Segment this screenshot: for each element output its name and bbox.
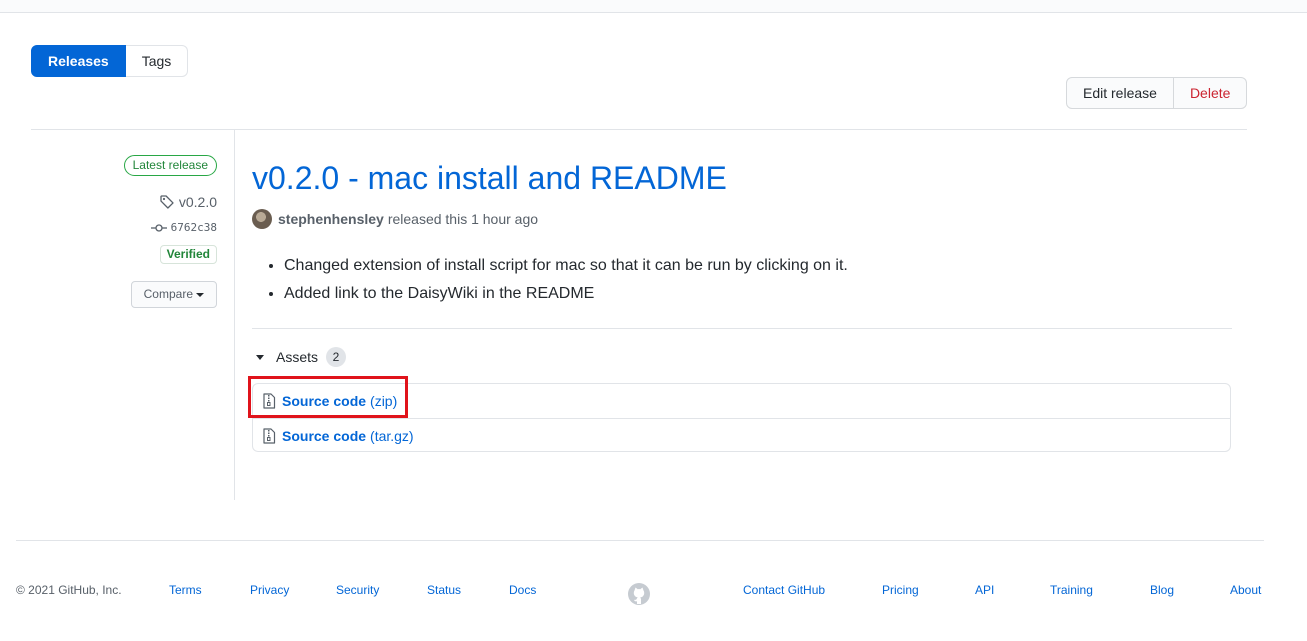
- footer-link-privacy[interactable]: Privacy: [250, 583, 289, 597]
- tab-releases[interactable]: Releases: [31, 45, 126, 77]
- avatar[interactable]: [252, 209, 272, 229]
- footer-link-blog[interactable]: Blog: [1150, 583, 1174, 597]
- asset-name: Source code: [282, 393, 367, 409]
- top-header-bar: [0, 0, 1307, 13]
- footer-link-terms[interactable]: Terms: [169, 583, 202, 597]
- release-time-text: released this 1 hour ago: [387, 211, 539, 227]
- footer-link-training[interactable]: Training: [1050, 583, 1093, 597]
- release-note-item: Added link to the DaisyWiki in the READM…: [284, 284, 848, 304]
- footer-link-pricing[interactable]: Pricing: [882, 583, 919, 597]
- footer-divider: [16, 540, 1264, 541]
- assets-count: 2: [326, 347, 347, 367]
- assets-heading: Assets: [276, 349, 319, 365]
- latest-release-badge: Latest release: [123, 155, 217, 176]
- asset-name: Source code: [282, 427, 367, 444]
- footer-link-status[interactable]: Status: [427, 583, 461, 597]
- release-author-row: stephenhensley released this 1 hour ago: [252, 209, 538, 229]
- verified-badge[interactable]: Verified: [159, 245, 217, 264]
- release-meta-column: Latest release v0.2.0 6762c38 Verified C…: [31, 130, 235, 500]
- footer-link-contact[interactable]: Contact GitHub: [743, 583, 825, 597]
- tag-icon: [160, 195, 174, 209]
- divider: [252, 328, 1232, 329]
- author-link[interactable]: stephenhensley: [278, 211, 384, 227]
- asset-ext: (tar.gz): [370, 427, 414, 444]
- release-notes: Changed extension of install script for …: [284, 256, 848, 312]
- footer-link-security[interactable]: Security: [336, 583, 379, 597]
- footer-link-api[interactable]: API: [975, 583, 994, 597]
- asset-source-zip[interactable]: Source code (zip): [253, 384, 1230, 418]
- assets-toggle[interactable]: Assets 2: [256, 347, 347, 367]
- tab-tags[interactable]: Tags: [125, 45, 189, 77]
- compare-label: Compare: [143, 287, 193, 301]
- footer-copyright: © 2021 GitHub, Inc.: [16, 583, 122, 597]
- compare-button[interactable]: Compare: [130, 281, 217, 308]
- file-zip-icon: [263, 393, 276, 409]
- caret-down-icon: [256, 354, 264, 360]
- release-actions: Edit release Delete: [1066, 77, 1248, 109]
- commit-link[interactable]: 6762c38: [150, 221, 217, 234]
- release-subnav: Releases Tags: [31, 45, 189, 77]
- release-note-item: Changed extension of install script for …: [284, 256, 848, 276]
- tag-link[interactable]: v0.2.0: [159, 194, 217, 210]
- chevron-down-icon: [196, 292, 204, 297]
- footer-link-about[interactable]: About: [1230, 583, 1261, 597]
- asset-source-targz[interactable]: Source code (tar.gz): [253, 418, 1230, 452]
- assets-list: Source code (zip) Source code (tar.gz): [252, 383, 1231, 452]
- github-logo-icon[interactable]: [627, 582, 651, 609]
- release-title[interactable]: v0.2.0 - mac install and README: [252, 160, 727, 197]
- tag-name: v0.2.0: [178, 194, 217, 210]
- asset-ext: (zip): [370, 393, 398, 409]
- file-zip-icon: [263, 427, 276, 444]
- commit-sha: 6762c38: [170, 221, 217, 234]
- commit-icon: [150, 223, 167, 232]
- edit-release-button[interactable]: Edit release: [1066, 77, 1174, 109]
- delete-button[interactable]: Delete: [1173, 77, 1248, 109]
- footer: © 2021 GitHub, Inc. Terms Privacy Securi…: [0, 583, 1307, 605]
- footer-link-docs[interactable]: Docs: [509, 583, 536, 597]
